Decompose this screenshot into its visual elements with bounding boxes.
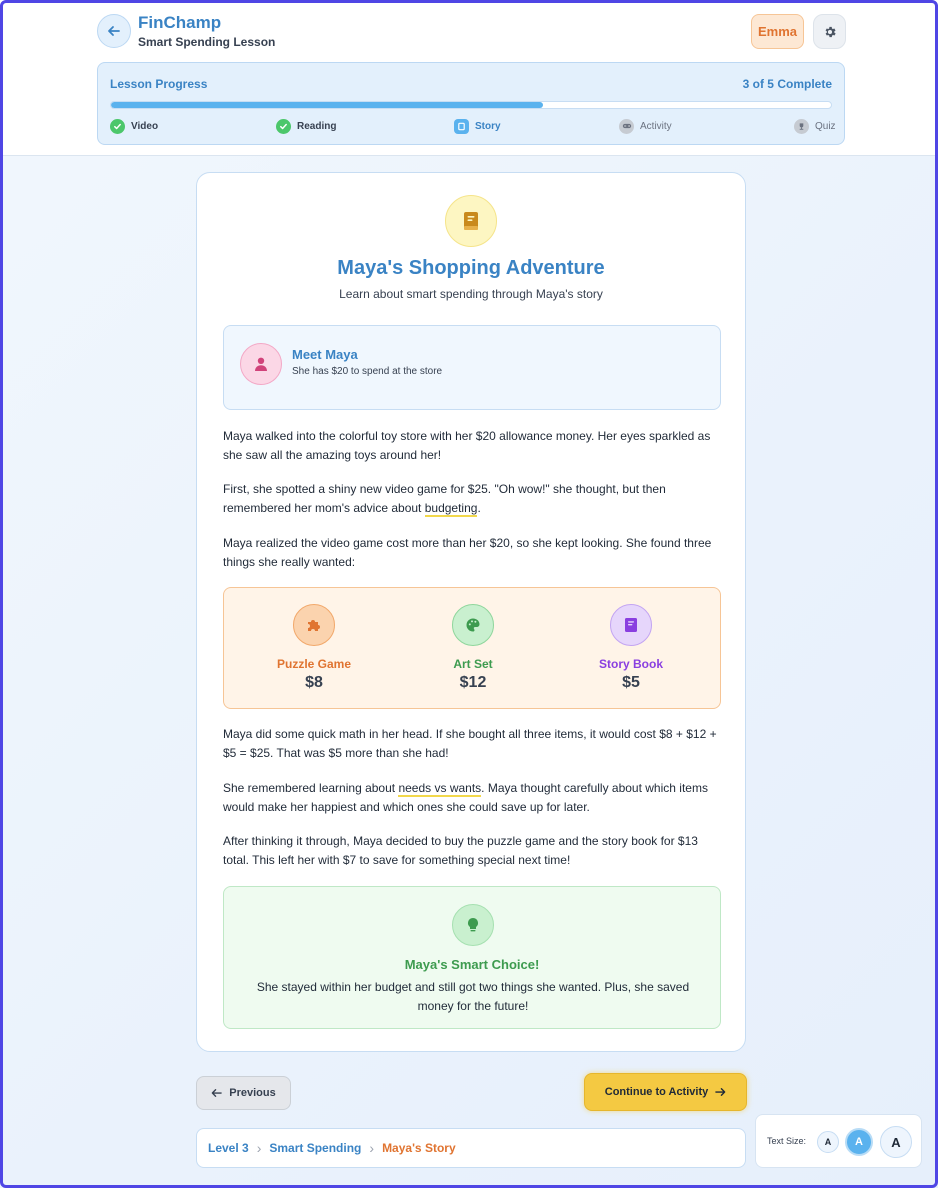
previous-label: Previous <box>229 1087 276 1099</box>
wanted-items-box: Puzzle Game $8 Art Set $12 Story Book $5 <box>223 587 721 709</box>
story-paragraph: She remembered learning about needs vs w… <box>223 779 725 817</box>
user-badge[interactable]: Emma <box>751 14 804 49</box>
back-button[interactable] <box>97 14 131 48</box>
item-art-set: Art Set $12 <box>398 604 548 692</box>
story-card: Maya's Shopping Adventure Learn about sm… <box>196 172 746 1052</box>
lesson-subtitle: Smart Spending Lesson <box>138 35 276 49</box>
check-icon <box>276 118 291 134</box>
trophy-icon <box>794 118 809 134</box>
step-video[interactable]: Video <box>110 118 158 134</box>
item-name: Puzzle Game <box>276 657 352 671</box>
gear-icon <box>825 26 836 37</box>
item-name: Art Set <box>453 657 493 671</box>
story-title: Maya's Shopping Adventure <box>337 257 605 279</box>
breadcrumb-level[interactable]: Level 3 <box>208 1141 249 1155</box>
progress-count: 3 of 5 Complete <box>742 77 832 91</box>
lesson-progress-card: Lesson Progress 3 of 5 Complete Video Re… <box>97 62 845 145</box>
text-size-label: Text Size: <box>767 1136 807 1146</box>
step-story[interactable]: Story <box>454 118 501 134</box>
previous-button[interactable]: Previous <box>196 1076 291 1110</box>
gamepad-icon <box>619 118 634 134</box>
story-subtitle: Learn about smart spending through Maya'… <box>339 287 603 301</box>
person-icon <box>255 357 267 371</box>
arrow-left-icon <box>211 1089 223 1097</box>
story-paragraph: Maya realized the video game cost more t… <box>223 536 712 569</box>
progress-bar <box>110 101 832 109</box>
highlighted-term[interactable]: needs vs wants <box>398 781 482 797</box>
breadcrumb-topic[interactable]: Smart Spending <box>269 1141 361 1155</box>
step-quiz[interactable]: Quiz <box>794 118 836 134</box>
item-story-book: Story Book $5 <box>556 604 706 692</box>
story-paragraph: After thinking it through, Maya decided … <box>223 834 698 867</box>
character-description: She has $20 to spend at the store <box>292 366 443 377</box>
smart-choice-box: Maya's Smart Choice! She stayed within h… <box>223 886 721 1029</box>
continue-to-activity-button[interactable]: Continue to Activity <box>584 1073 747 1111</box>
item-name: Story Book <box>598 657 663 671</box>
book-icon <box>454 118 469 134</box>
step-reading[interactable]: Reading <box>276 118 336 134</box>
item-price: $8 <box>305 674 323 691</box>
progress-bar-fill <box>111 102 543 108</box>
book-icon <box>610 604 652 646</box>
arrow-right-icon <box>715 1088 726 1096</box>
text-size-control: Text Size: A A A <box>755 1114 922 1168</box>
highlighted-term[interactable]: budgeting <box>424 501 478 517</box>
continue-label: Continue to Activity <box>604 1086 709 1098</box>
story-paragraph: Maya did some quick math in her head. If… <box>223 727 717 760</box>
choice-text: She stayed within her budget and still g… <box>256 980 690 1013</box>
character-name: Meet Maya <box>292 347 358 362</box>
text-size-medium-button[interactable]: A <box>845 1128 873 1156</box>
step-activity[interactable]: Activity <box>619 118 672 134</box>
story-paragraph: First, she spotted a shiny new video gam… <box>223 480 725 518</box>
choice-title: Maya's Smart Choice! <box>404 957 540 972</box>
step-label: Quiz <box>815 120 836 132</box>
app-header: FinChamp Smart Spending Lesson Emma Less… <box>0 0 938 156</box>
step-label: Reading <box>297 120 337 132</box>
text-size-large-button[interactable]: A <box>880 1126 912 1158</box>
step-label: Activity <box>640 120 672 132</box>
meet-character-box: Meet Maya She has $20 to spend at the st… <box>223 325 721 410</box>
story-paragraph: Maya walked into the colorful toy store … <box>223 429 711 462</box>
item-price: $12 <box>459 674 487 691</box>
progress-label: Lesson Progress <box>110 77 208 91</box>
paragraph-text: . <box>477 501 481 515</box>
puzzle-icon <box>293 604 335 646</box>
palette-icon <box>452 604 494 646</box>
book-icon <box>464 212 478 230</box>
breadcrumb: Level 3 › Smart Spending › Maya's Story <box>196 1128 746 1168</box>
chevron-right-icon: › <box>369 1140 375 1156</box>
chevron-right-icon: › <box>256 1140 262 1156</box>
text-size-small-button[interactable]: A <box>817 1131 839 1153</box>
breadcrumb-current: Maya's Story <box>382 1141 456 1155</box>
app-title: FinChamp <box>138 13 222 32</box>
paragraph-text: She remembered learning about <box>223 781 399 795</box>
item-puzzle-game: Puzzle Game $8 <box>239 604 389 692</box>
lightbulb-icon <box>452 904 494 946</box>
story-book-badge <box>445 195 497 247</box>
item-price: $5 <box>622 674 640 691</box>
settings-button[interactable] <box>813 14 846 49</box>
step-label: Video <box>131 120 159 132</box>
check-icon <box>110 118 125 134</box>
avatar <box>240 343 282 385</box>
step-label: Story <box>475 120 501 132</box>
arrow-left-icon <box>108 26 120 36</box>
